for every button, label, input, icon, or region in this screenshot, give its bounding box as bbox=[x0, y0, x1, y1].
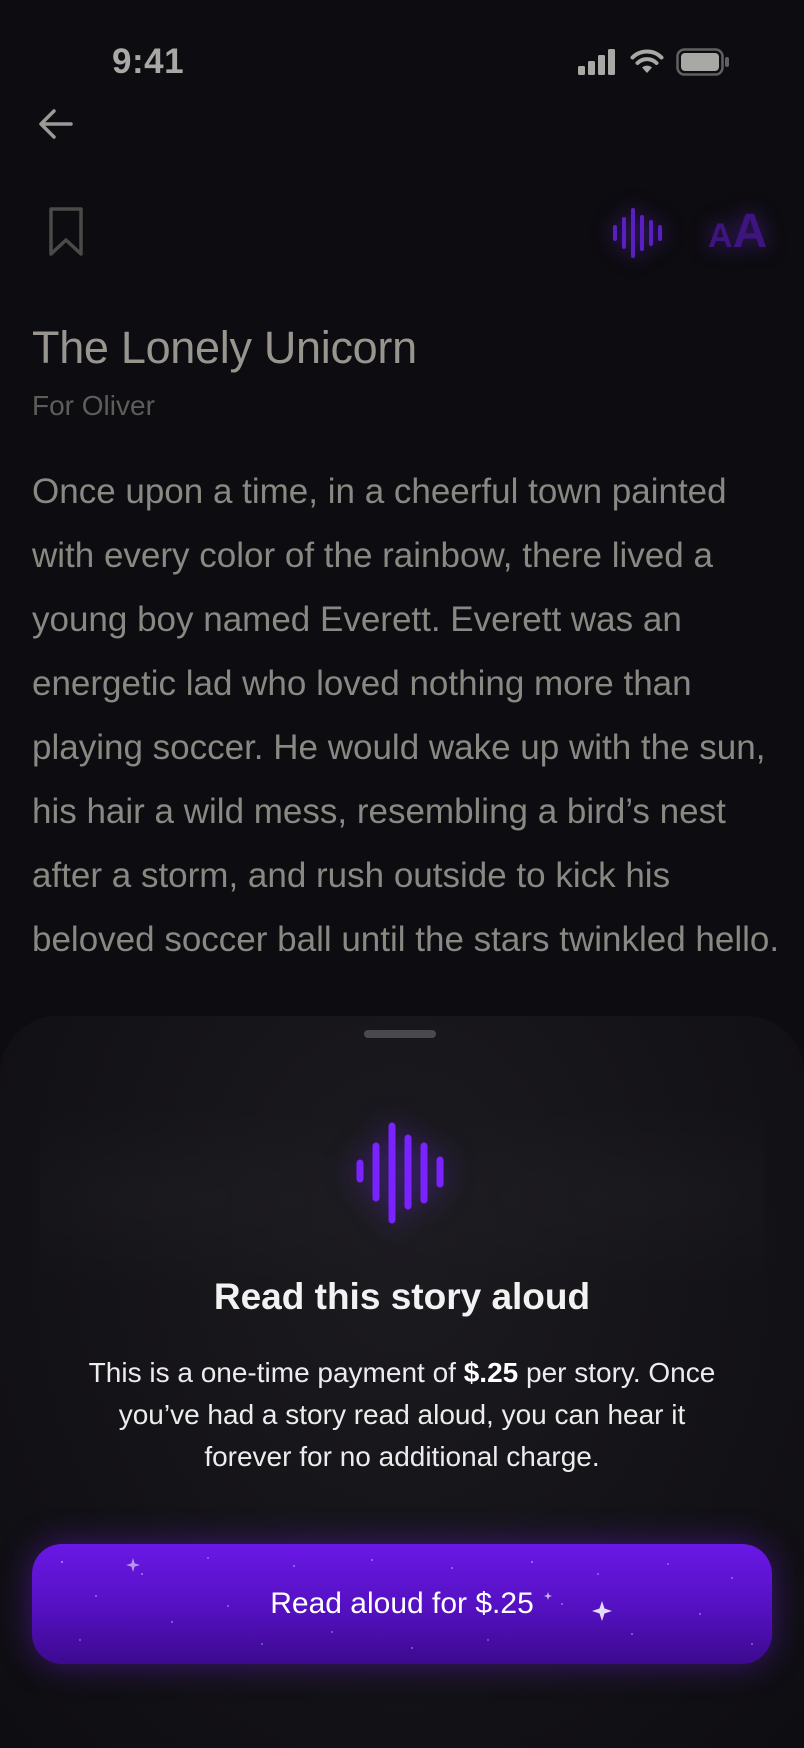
read-aloud-toolbar-button[interactable] bbox=[612, 208, 664, 258]
font-size-small-glyph: A bbox=[708, 217, 733, 255]
sheet-description-prefix: This is a one-time payment of bbox=[88, 1357, 464, 1388]
back-button[interactable] bbox=[36, 104, 76, 144]
sheet-description: This is a one-time payment of $.25 per s… bbox=[82, 1352, 722, 1478]
story-title: The Lonely Unicorn bbox=[32, 322, 417, 373]
sheet-description-price: $.25 bbox=[463, 1357, 519, 1388]
wifi-icon bbox=[630, 49, 664, 73]
sheet-grabber[interactable] bbox=[364, 1030, 436, 1038]
read-aloud-purchase-label: Read aloud for $.25 bbox=[270, 1587, 534, 1620]
bookmark-icon bbox=[49, 207, 83, 256]
status-icons bbox=[578, 48, 730, 76]
read-aloud-purchase-button[interactable]: Read aloud for $.25 bbox=[32, 1544, 772, 1664]
bookmark-button[interactable] bbox=[47, 206, 85, 258]
story-subtitle: For Oliver bbox=[32, 390, 155, 421]
sound-wave-icon bbox=[356, 1122, 444, 1224]
battery-icon bbox=[676, 48, 729, 76]
story-body: Once upon a time, in a cheerful town pai… bbox=[32, 472, 780, 959]
sheet-title: Read this story aloud bbox=[213, 1276, 591, 1317]
arrow-left-icon bbox=[39, 109, 73, 139]
font-size-button[interactable]: AA bbox=[708, 204, 772, 258]
sound-wave-icon bbox=[613, 208, 662, 258]
font-size-large-glyph: A bbox=[732, 205, 768, 258]
status-time: 9:41 bbox=[112, 42, 185, 81]
cellular-signal-icon bbox=[578, 49, 615, 75]
